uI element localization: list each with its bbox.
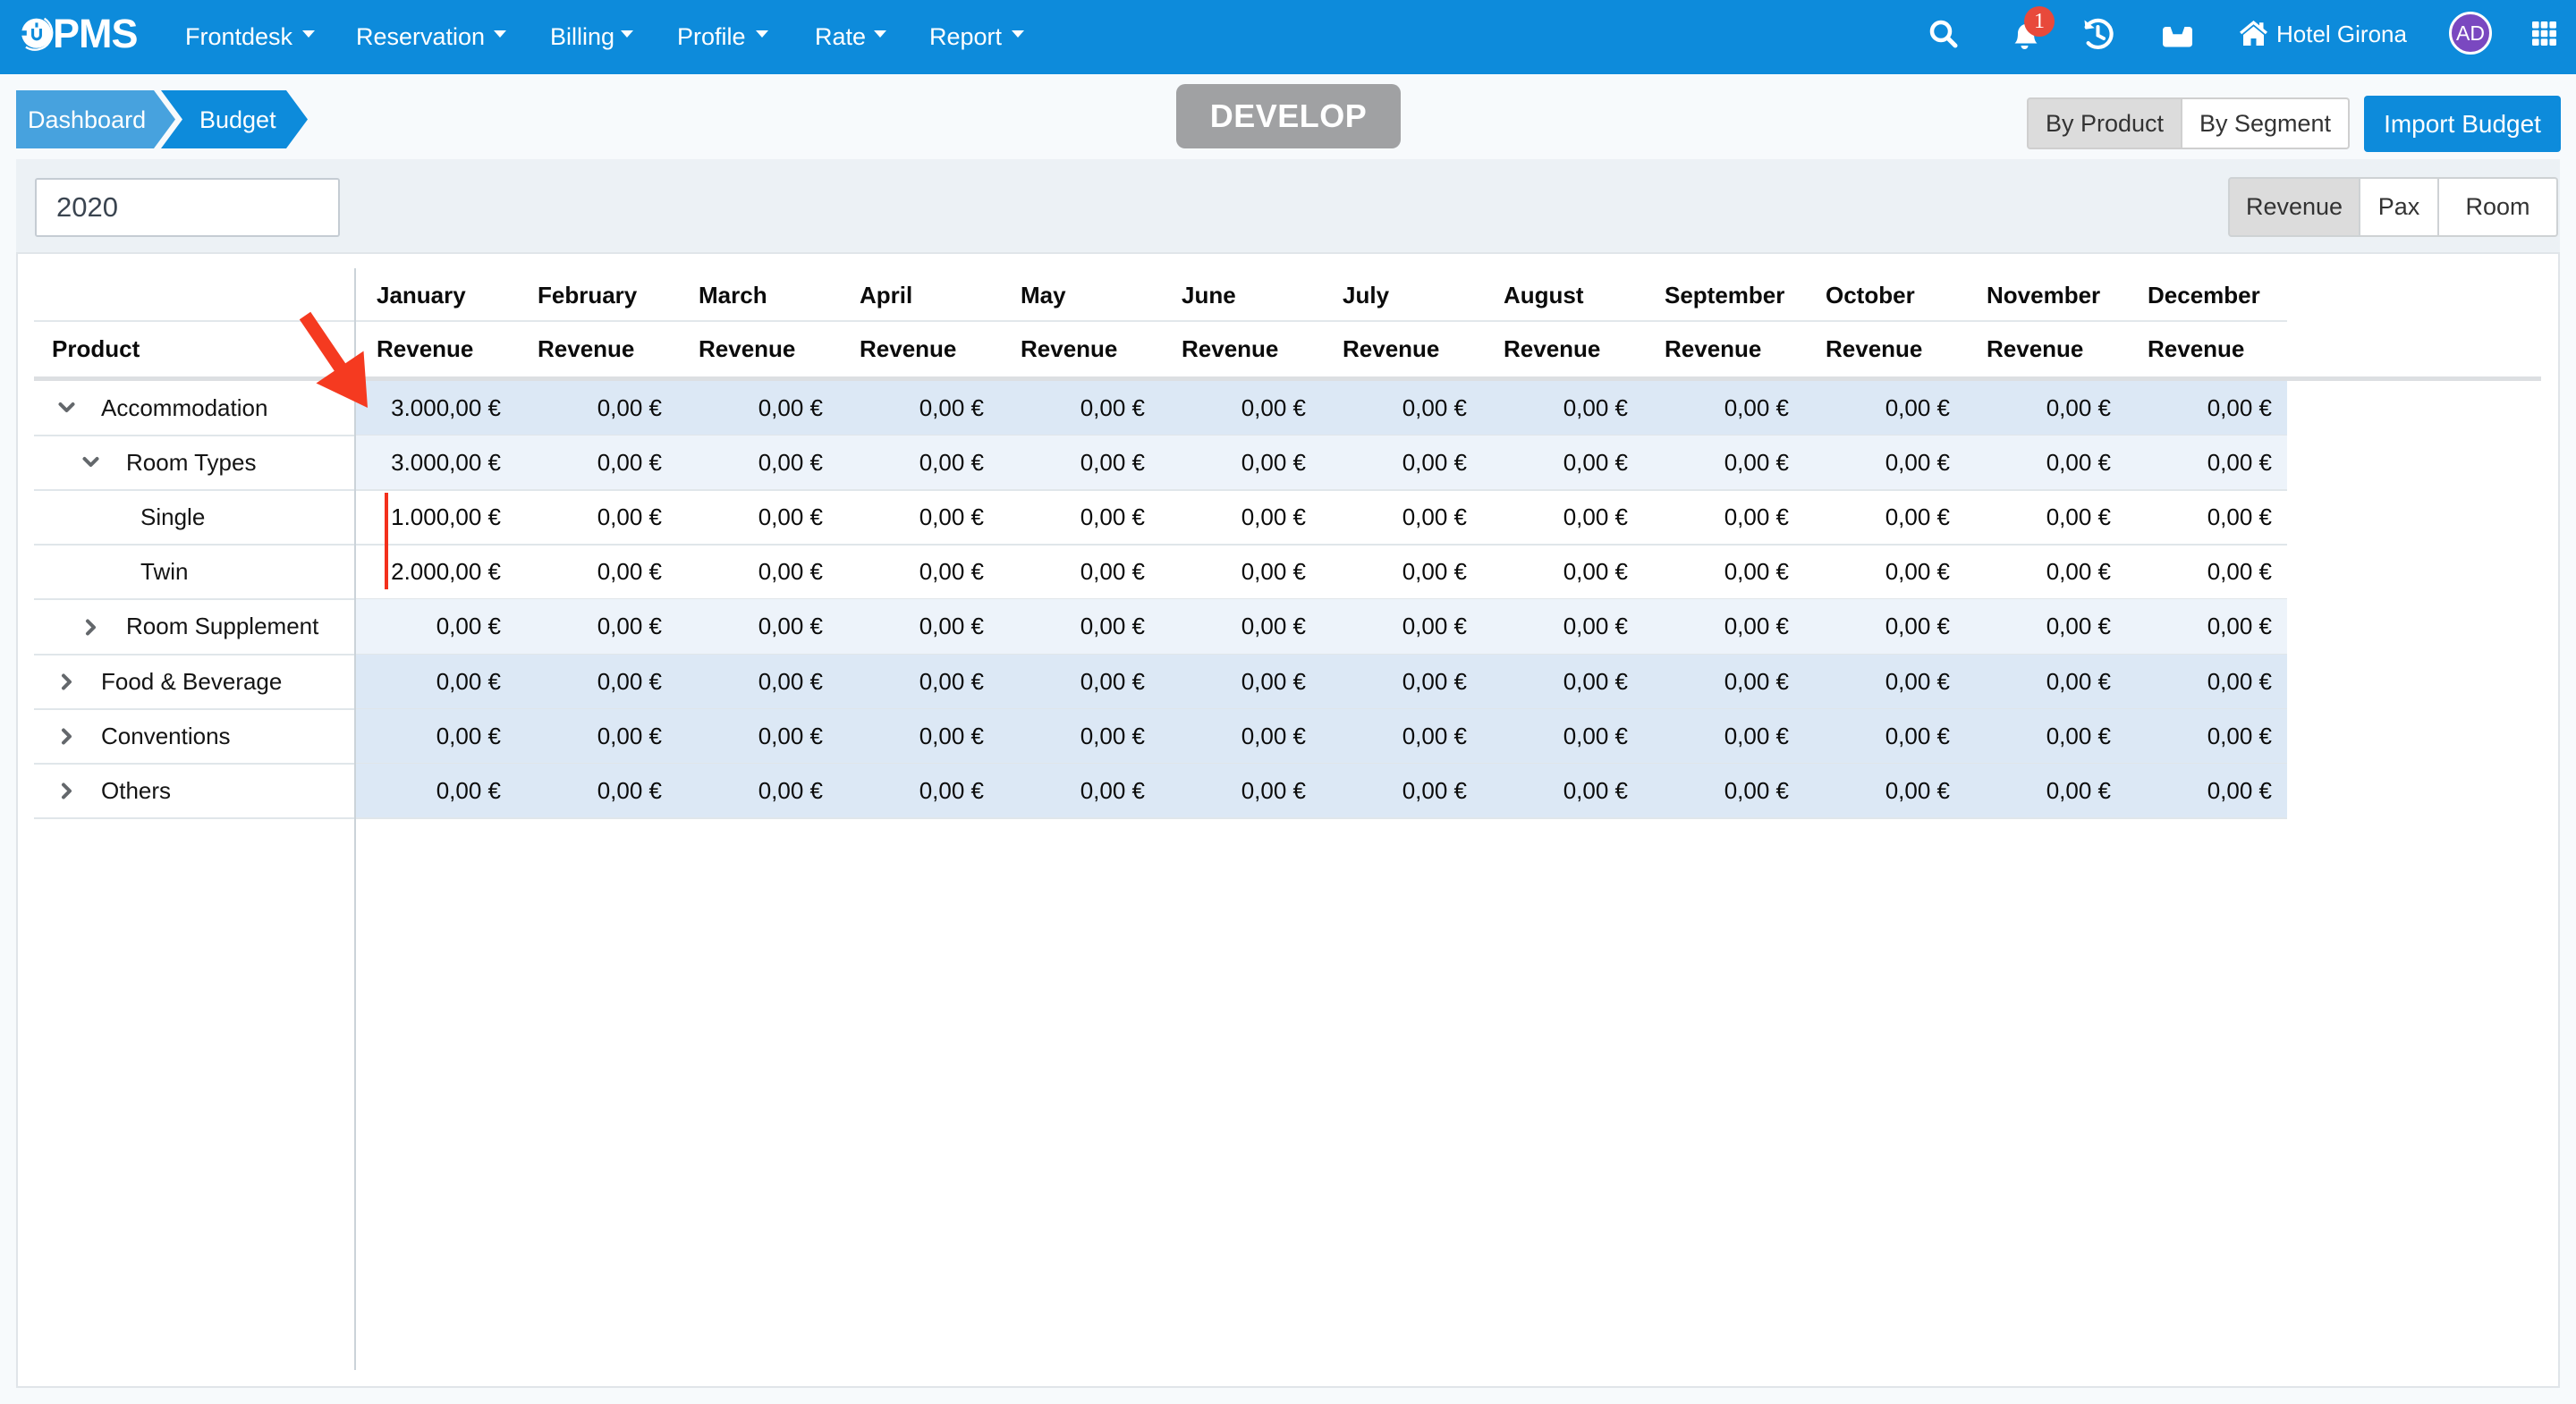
svg-text:Budget: Budget	[199, 106, 276, 133]
svg-text:Dashboard: Dashboard	[28, 106, 146, 133]
